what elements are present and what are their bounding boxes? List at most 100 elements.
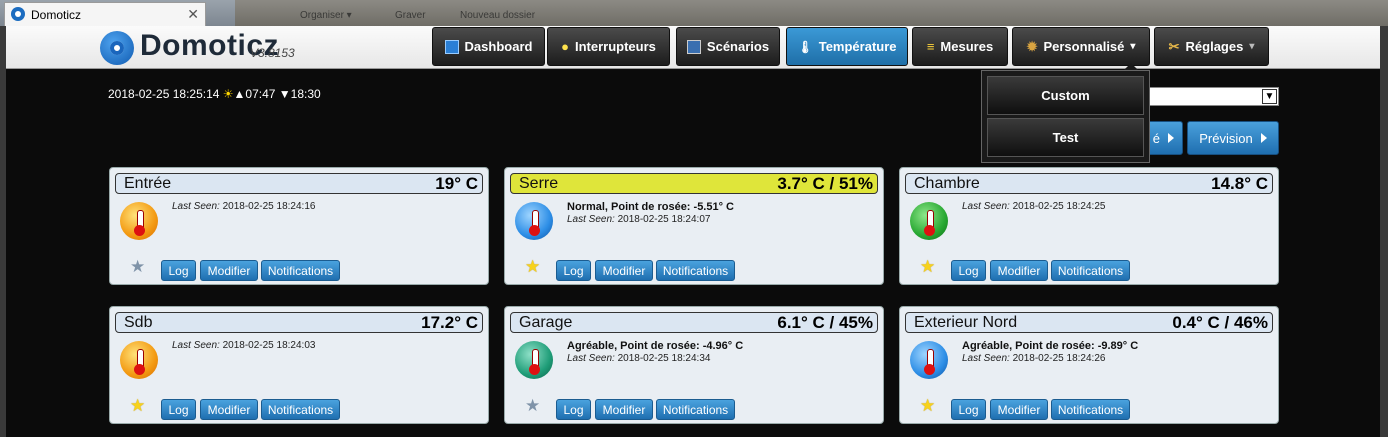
device-value: 17.2° C	[421, 313, 478, 332]
last-seen: Last Seen: 2018-02-25 18:24:26	[962, 353, 1105, 364]
sun-icon: ☀	[222, 87, 234, 101]
menu-item-custom[interactable]: Custom	[987, 76, 1144, 115]
background-text: Organiser ▾	[300, 10, 352, 21]
last-seen-value: 2018-02-25 18:24:07	[617, 214, 711, 225]
nav-label: Température	[818, 39, 897, 54]
device-value: 19° C	[435, 174, 478, 193]
sunrise-time: ▲07:47	[233, 87, 276, 101]
last-seen-value: 2018-02-25 18:24:26	[1012, 353, 1106, 364]
chevron-down-icon: ▼	[1262, 89, 1277, 104]
nav-mesures[interactable]: ≡ Mesures	[912, 27, 1008, 66]
nav-label: Personnalisé	[1043, 39, 1125, 54]
temperature-card: Entrée 19° C Last Seen: 2018-02-25 18:24:1…	[109, 167, 489, 285]
nav-interrupteurs[interactable]: ● Interrupteurs	[547, 27, 670, 66]
last-seen-label: Last Seen:	[567, 353, 615, 364]
dropdown-caret	[1124, 63, 1138, 70]
notifications-button[interactable]: Notifications	[656, 260, 735, 281]
window-frame-right	[1380, 26, 1388, 437]
hidden-button-label: é	[1152, 130, 1160, 146]
log-button[interactable]: Log	[556, 399, 591, 420]
device-value: 6.1° C / 45%	[777, 313, 873, 332]
current-datetime: 2018-02-25 18:25:14 ☀▲07:47 ▼18:30	[108, 87, 321, 101]
background-text: Nouveau dossier	[460, 10, 536, 21]
meter-icon: ≡	[926, 39, 935, 54]
chevron-down-icon: ▾	[1130, 41, 1136, 52]
menu-item-test[interactable]: Test	[987, 118, 1144, 157]
gear-icon: ✹	[1026, 38, 1038, 54]
card-header: Chambre 14.8° C	[905, 173, 1273, 194]
nav-temperature[interactable]: 🌡 Température	[786, 27, 908, 66]
card-header: Garage 6.1° C / 45%	[510, 312, 878, 333]
nav-label: Mesures	[940, 39, 994, 54]
favorite-star-icon[interactable]: ★	[525, 258, 540, 275]
last-seen-value: 2018-02-25 18:24:03	[222, 340, 316, 351]
play-icon	[1168, 133, 1174, 143]
modify-button[interactable]: Modifier	[990, 399, 1048, 420]
clapper-icon	[686, 39, 701, 54]
favorite-star-icon[interactable]: ★	[920, 397, 935, 414]
last-seen-label: Last Seen:	[962, 353, 1010, 364]
modify-button[interactable]: Modifier	[595, 399, 653, 420]
device-name: Exterieur Nord	[914, 314, 1018, 331]
favorite-star-icon[interactable]: ★	[525, 397, 540, 414]
thermometer-icon	[120, 341, 158, 379]
tools-icon: ✂	[1168, 38, 1180, 54]
app-version: V3.8153	[250, 46, 295, 60]
favorite-star-icon[interactable]: ★	[130, 258, 145, 275]
forecast-button[interactable]: Prévision	[1187, 121, 1279, 155]
notifications-button[interactable]: Notifications	[1051, 399, 1130, 420]
nav-label: Interrupteurs	[574, 39, 656, 54]
thermometer-icon	[910, 341, 948, 379]
nav-label: Réglages	[1185, 39, 1244, 54]
modify-button[interactable]: Modifier	[990, 260, 1048, 281]
last-seen: Last Seen: 2018-02-25 18:24:34	[567, 353, 710, 364]
last-seen: Last Seen: 2018-02-25 18:24:25	[962, 201, 1105, 212]
modify-button[interactable]: Modifier	[595, 260, 653, 281]
device-status: Agréable, Point de rosée: -4.96° C	[567, 340, 744, 352]
last-seen: Last Seen: 2018-02-25 18:24:16	[172, 201, 315, 212]
close-icon[interactable]: ✕	[187, 6, 199, 23]
last-seen-label: Last Seen:	[172, 201, 220, 212]
favorite-star-icon[interactable]: ★	[920, 258, 935, 275]
notifications-button[interactable]: Notifications	[656, 399, 735, 420]
modify-button[interactable]: Modifier	[200, 399, 258, 420]
sunset-time: ▼18:30	[278, 87, 321, 101]
temperature-card: Chambre 14.8° C Last Seen: 2018-02-25 18:2…	[899, 167, 1279, 285]
browser-tab[interactable]: Domoticz ✕	[4, 2, 206, 26]
dashboard-icon	[444, 39, 459, 54]
log-button[interactable]: Log	[556, 260, 591, 281]
nav-dashboard[interactable]: Dashboard	[432, 27, 545, 66]
last-seen-label: Last Seen:	[962, 201, 1010, 212]
favorite-star-icon[interactable]: ★	[130, 397, 145, 414]
log-button[interactable]: Log	[951, 260, 986, 281]
room-select[interactable]: ▼	[1148, 87, 1279, 106]
temperature-card: Garage 6.1° C / 45% Agréable, Point de ros…	[504, 306, 884, 424]
nav-scenarios[interactable]: Scénarios	[676, 27, 780, 66]
notifications-button[interactable]: Notifications	[261, 260, 340, 281]
thermometer-icon	[515, 341, 553, 379]
log-button[interactable]: Log	[161, 260, 196, 281]
notifications-button[interactable]: Notifications	[1051, 260, 1130, 281]
card-header: Exterieur Nord 0.4° C / 46%	[905, 312, 1273, 333]
nav-personnalise[interactable]: ✹ Personnalisé ▾	[1012, 27, 1150, 66]
device-value: 14.8° C	[1211, 174, 1268, 193]
card-header: Entrée 19° C	[115, 173, 483, 194]
nav-reglages[interactable]: ✂ Réglages ▾	[1154, 27, 1269, 66]
last-seen-value: 2018-02-25 18:24:16	[222, 201, 316, 212]
temperature-card: Exterieur Nord 0.4° C / 46% Agréable, Poin…	[899, 306, 1279, 424]
background-text: Graver	[395, 10, 426, 21]
device-name: Garage	[519, 314, 573, 331]
thermometer-icon	[120, 202, 158, 240]
browser-tab-title: Domoticz	[31, 8, 82, 22]
play-icon	[1260, 133, 1267, 143]
log-button[interactable]: Log	[161, 399, 196, 420]
log-button[interactable]: Log	[951, 399, 986, 420]
modify-button[interactable]: Modifier	[200, 260, 258, 281]
last-seen: Last Seen: 2018-02-25 18:24:07	[567, 214, 710, 225]
thermometer-icon	[910, 202, 948, 240]
last-seen-label: Last Seen:	[172, 340, 220, 351]
notifications-button[interactable]: Notifications	[261, 399, 340, 420]
device-value: 3.7° C / 51%	[777, 174, 873, 193]
temperature-card: Sdb 17.2° C Last Seen: 2018-02-25 18:24:03…	[109, 306, 489, 424]
personnalise-dropdown: Custom Test	[981, 70, 1150, 163]
